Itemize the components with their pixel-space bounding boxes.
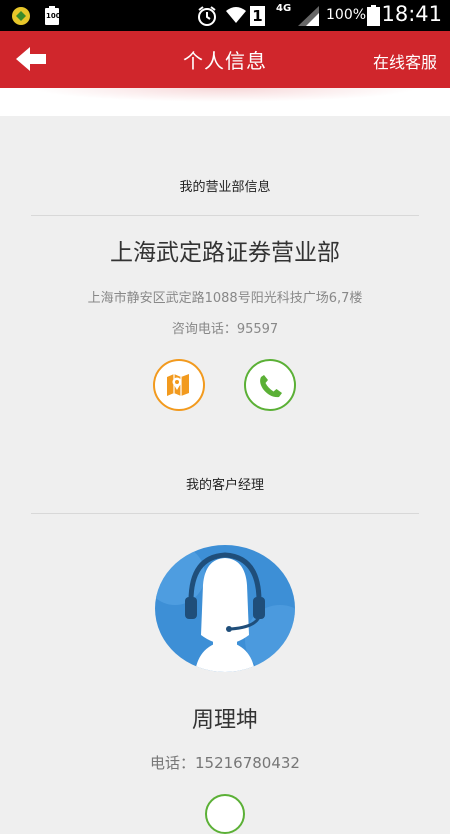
call-branch-button[interactable] <box>244 359 296 411</box>
signal-icon <box>298 6 320 30</box>
title-bar: 个人信息 在线客服 <box>0 31 450 88</box>
manager-section-title: 我的客户经理 <box>185 478 264 493</box>
alarm-icon <box>196 5 218 31</box>
map-button[interactable] <box>153 359 205 411</box>
network-type: 4G <box>276 3 292 14</box>
left-badge-text: 100 <box>46 12 61 20</box>
clock: 18:41 <box>381 2 442 26</box>
branch-name: 上海武定路证券营业部 <box>110 240 340 266</box>
divider <box>31 215 419 216</box>
branch-address: 上海市静安区武定路1088号阳光科技广场6,7楼 <box>87 291 363 306</box>
online-service-button[interactable]: 在线客服 <box>373 49 437 73</box>
status-bar: 100 1 4G 100% 18:41 <box>0 0 450 31</box>
divider <box>31 513 419 514</box>
avatar <box>155 545 295 672</box>
branch-phone: 咨询电话：95597 <box>171 322 279 337</box>
sim-slot-badge: 1 <box>250 6 265 26</box>
branch-section-title: 我的营业部信息 <box>179 180 271 195</box>
manager-name: 周理坤 <box>191 708 258 733</box>
battery-percent: 100% <box>326 7 367 23</box>
app-logo-icon <box>11 6 31 30</box>
battery-icon <box>367 5 380 30</box>
phone-icon <box>260 375 282 398</box>
map-pin-icon <box>167 374 189 396</box>
headset-agent-icon <box>155 545 295 672</box>
manager-phone: 电话：15216780432 <box>150 754 300 772</box>
header-shadow-strip <box>0 88 450 116</box>
wifi-icon <box>225 5 247 29</box>
call-manager-button[interactable] <box>205 794 245 834</box>
